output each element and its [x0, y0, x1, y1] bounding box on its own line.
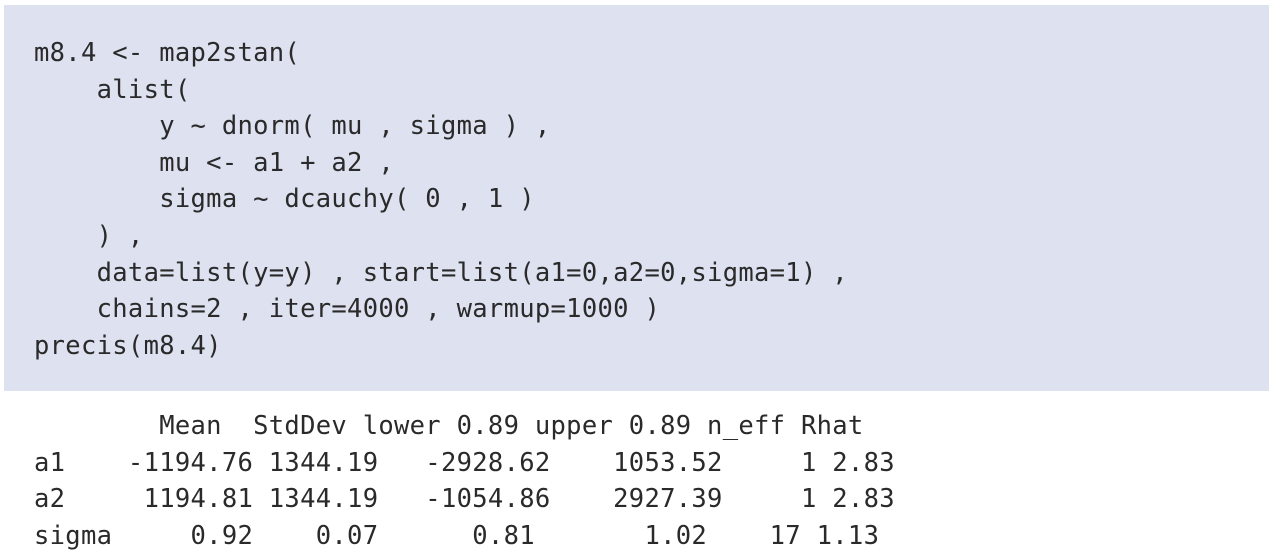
console-output: Mean StdDev lower 0.89 upper 0.89 n_eff … — [34, 408, 895, 554]
code-block: m8.4 <- map2stan( alist( y ~ dnorm( mu ,… — [4, 5, 1269, 391]
code-line: chains=2 , iter=4000 , warmup=1000 ) — [34, 294, 661, 325]
code-line: sigma ~ dcauchy( 0 , 1 ) — [34, 184, 535, 215]
output-row-a2: a2 1194.81 1344.19 -1054.86 2927.39 1 2.… — [34, 484, 895, 515]
code-line: alist( — [34, 74, 191, 105]
code-line: precis(m8.4) — [34, 330, 222, 361]
output-header-row: Mean StdDev lower 0.89 upper 0.89 n_eff … — [34, 411, 864, 441]
output-row-a1: a1 -1194.76 1344.19 -2928.62 1053.52 1 2… — [34, 447, 895, 478]
output-row-sigma: sigma 0.92 0.07 0.81 1.02 17 1.13 — [34, 520, 880, 551]
code-line: y ~ dnorm( mu , sigma ) , — [34, 111, 551, 142]
code-line: m8.4 <- map2stan( — [34, 38, 301, 68]
code-line: ) , — [34, 220, 144, 251]
code-line: data=list(y=y) , start=list(a1=0,a2=0,si… — [34, 257, 848, 288]
code-line: mu <- a1 + a2 , — [34, 147, 395, 178]
